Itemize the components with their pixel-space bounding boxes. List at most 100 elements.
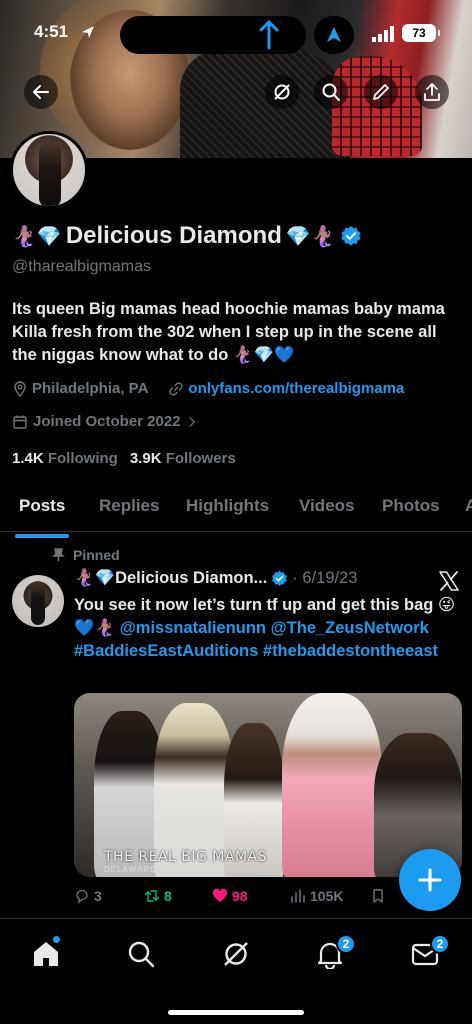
nav-home[interactable]	[31, 936, 63, 971]
tab-articles[interactable]: A	[465, 496, 472, 516]
following-count: 1.4K	[12, 450, 44, 467]
profile-joined-row[interactable]: Joined October 2022	[12, 413, 198, 430]
edit-button[interactable]	[364, 75, 398, 109]
followers-count: 3.9K	[129, 450, 162, 467]
profile-name: Delicious Diamond	[65, 222, 282, 249]
link-icon	[169, 381, 184, 396]
retweet-count: 8	[164, 888, 172, 904]
profile-location: Philadelphia, PA	[32, 380, 149, 397]
compose-button[interactable]	[399, 849, 461, 911]
tweet-header: 🧜🏽‍♀️💎Delicious Diamon... · 6/19/23	[74, 569, 357, 588]
profile-name-row: 🧜🏽‍♀️💎 Delicious Diamond 💎🧜🏽‍♀️	[12, 222, 362, 250]
battery-indicator: 73	[402, 24, 440, 42]
profile-link[interactable]: onlyfans.com/therealbigmama	[188, 380, 404, 397]
status-time: 4:51	[34, 22, 69, 41]
signal-icon	[372, 26, 394, 42]
media-person	[282, 693, 382, 877]
retweet-icon	[144, 890, 160, 902]
tweet-date[interactable]: · 6/19/23	[292, 569, 357, 588]
like-count: 98	[232, 888, 248, 904]
tab-active-indicator	[15, 534, 70, 538]
notifications-badge: 2	[336, 934, 356, 954]
grok-icon	[224, 942, 248, 966]
profile-avatar[interactable]	[10, 131, 88, 209]
profile-bio: Its queen Big mamas head hoochie mamas b…	[12, 300, 445, 364]
tab-videos[interactable]: Videos	[299, 496, 354, 516]
bottom-navigation: 2 2	[0, 918, 472, 1024]
nav-messages[interactable]: 2	[410, 934, 450, 971]
name-emoji-right: 💎🧜🏽‍♀️	[285, 225, 336, 248]
bookmark-button[interactable]	[370, 888, 386, 904]
navigation-pill[interactable]	[314, 16, 354, 54]
pin-icon	[52, 548, 65, 561]
search-icon	[128, 941, 155, 968]
following-link[interactable]: 1.4K Following	[12, 450, 118, 467]
retweet-button[interactable]: 8	[144, 888, 212, 904]
nav-notifications[interactable]: 2	[315, 934, 356, 971]
profile-meta-row: Philadelphia, PA onlyfans.com/therealbig…	[12, 380, 404, 397]
tweet-actions: 3 8 98 105K	[74, 888, 414, 904]
back-button[interactable]	[24, 75, 58, 109]
tweet-text: You see it now let’s turn tf up and get …	[74, 594, 466, 663]
tweet-avatar[interactable]	[12, 575, 64, 627]
tab-replies-label: Replies	[99, 496, 160, 515]
tweet-hashtag[interactable]: #BaddiesEastAuditions	[74, 642, 258, 660]
reply-icon	[76, 889, 88, 904]
calendar-icon	[13, 415, 27, 429]
home-unread-dot	[53, 936, 60, 943]
reply-button[interactable]: 3	[74, 888, 144, 904]
tab-posts[interactable]: Posts	[15, 496, 70, 538]
verified-badge-icon[interactable]	[340, 225, 362, 247]
tweet-author-name[interactable]: 🧜🏽‍♀️💎Delicious Diamon...	[74, 569, 267, 588]
like-button[interactable]: 98	[212, 888, 290, 904]
bookmark-icon	[373, 889, 383, 903]
name-emoji-left: 🧜🏽‍♀️💎	[12, 225, 62, 248]
pinned-label: Pinned	[73, 547, 120, 563]
tab-posts-label: Posts	[19, 496, 66, 515]
search-button[interactable]	[314, 75, 348, 109]
tab-replies[interactable]: Replies	[99, 496, 159, 516]
tab-highlights[interactable]: Highlights	[186, 496, 269, 516]
tweet-hashtag[interactable]: #thebaddestontheeast	[263, 642, 438, 660]
profile-tabs: Posts Replies Highlights Videos Photos A	[0, 486, 472, 538]
tweet-mention[interactable]: @The_ZeusNetwork	[271, 619, 429, 637]
location-pin-icon	[14, 380, 26, 397]
profile-joined: Joined October 2022	[33, 413, 181, 430]
grok-button[interactable]	[265, 75, 299, 109]
share-button[interactable]	[415, 75, 449, 109]
heart-icon	[212, 888, 228, 902]
chevron-right-icon	[188, 416, 195, 427]
profile-handle: @tharealbigmamas	[12, 258, 151, 275]
tab-photos[interactable]: Photos	[382, 496, 440, 516]
tweet-avatar-figure	[31, 581, 45, 625]
follow-stats: 1.4K Following 3.9K Followers	[12, 450, 236, 467]
views-count: 105K	[310, 888, 344, 904]
x-logo-icon[interactable]	[438, 570, 460, 592]
share-icon	[424, 83, 440, 101]
tab-articles-label: A	[465, 496, 472, 515]
search-icon	[322, 83, 340, 101]
tab-photos-label: Photos	[382, 496, 440, 515]
home-icon	[34, 942, 58, 966]
nav-search[interactable]	[126, 939, 158, 971]
nav-grok[interactable]	[221, 939, 253, 971]
plus-icon	[418, 868, 442, 892]
pencil-icon	[373, 84, 389, 100]
grok-icon	[274, 84, 290, 100]
upload-arrow-icon	[259, 20, 279, 50]
back-arrow-icon	[33, 85, 49, 99]
tweet-verified-badge-icon	[272, 570, 288, 586]
tweet-mention[interactable]: @missnatalienunn	[120, 619, 266, 637]
followers-link[interactable]: 3.9K Followers	[130, 450, 236, 467]
tab-highlights-label: Highlights	[186, 496, 270, 515]
following-label: Following	[47, 450, 118, 467]
reply-count: 3	[94, 888, 102, 904]
avatar-figure	[39, 142, 61, 206]
dynamic-island[interactable]	[120, 16, 306, 54]
views-button[interactable]: 105K	[290, 888, 370, 904]
messages-badge: 2	[430, 934, 450, 954]
media-subcaption: DELAWARE	[104, 865, 157, 874]
tab-videos-label: Videos	[299, 496, 355, 515]
tweet-media[interactable]: THE REAL BIG MAMAS DELAWARE	[74, 693, 462, 877]
home-indicator[interactable]	[168, 1010, 304, 1015]
